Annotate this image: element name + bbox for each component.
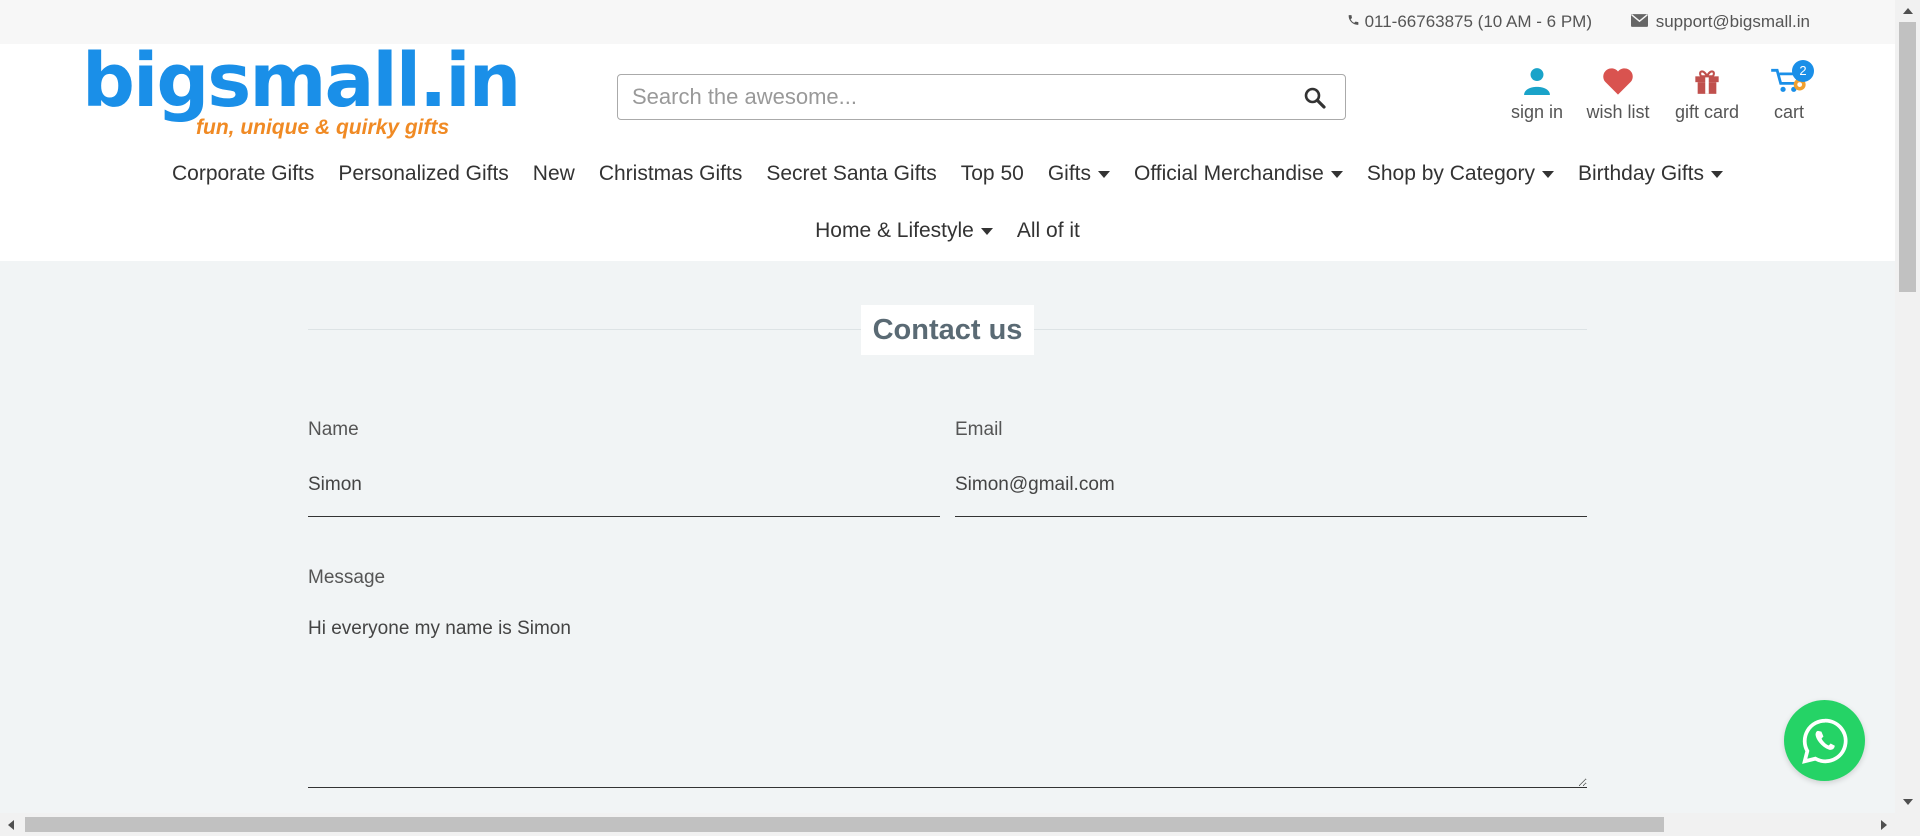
site-logo[interactable]: bigsmall.in fun, unique & quirky gifts	[82, 38, 521, 144]
nav-home-lifestyle[interactable]: Home & Lifestyle	[803, 219, 1005, 243]
caret-down-icon	[1711, 170, 1724, 178]
main-nav-row-1: Corporate Gifts Personalized Gifts New C…	[0, 162, 1895, 186]
caret-down-icon	[1330, 170, 1343, 178]
gift-icon	[1673, 64, 1741, 98]
phone-icon	[1347, 12, 1360, 32]
user-icon	[1509, 64, 1565, 98]
sign-in-label: sign in	[1510, 102, 1564, 122]
nav-top-50[interactable]: Top 50	[949, 162, 1036, 186]
page: 011-66763875 (10 AM - 6 PM) support@bigs…	[0, 0, 1920, 836]
site-header: bigsmall.in fun, unique & quirky gifts s…	[0, 38, 1895, 261]
horizontal-scroll-thumb[interactable]	[25, 817, 1664, 832]
nav-personalized-gifts[interactable]: Personalized Gifts	[326, 162, 520, 186]
scroll-right-arrow-icon[interactable]	[1881, 820, 1887, 830]
message-label: Message	[308, 567, 386, 588]
phone-number: 011-66763875 (10 AM - 6 PM)	[1364, 12, 1592, 31]
nav-shop-by-category[interactable]: Shop by Category	[1355, 162, 1566, 186]
vertical-scrollbar[interactable]	[1895, 0, 1920, 813]
scroll-left-arrow-icon[interactable]	[8, 820, 14, 830]
nav-birthday-gifts[interactable]: Birthday Gifts	[1566, 162, 1735, 186]
cart-button[interactable]: 2 cart	[1766, 60, 1814, 123]
nav-all-of-it[interactable]: All of it	[1005, 219, 1092, 243]
horizontal-scrollbar[interactable]	[0, 813, 1895, 836]
nav-new[interactable]: New	[521, 162, 587, 186]
whatsapp-chat-button[interactable]	[1784, 700, 1865, 781]
wish-list-button[interactable]: wish list	[1585, 64, 1651, 123]
phone-contact[interactable]: 011-66763875 (10 AM - 6 PM)	[1347, 12, 1592, 32]
name-field[interactable]	[308, 454, 940, 517]
sign-in-button[interactable]: sign in	[1509, 64, 1565, 123]
scrollbar-corner	[1895, 813, 1920, 836]
caret-down-icon	[1541, 170, 1554, 178]
scroll-up-arrow-icon[interactable]	[1903, 8, 1913, 14]
search-icon[interactable]	[1303, 86, 1327, 115]
scroll-down-arrow-icon[interactable]	[1903, 799, 1913, 805]
envelope-icon	[1630, 12, 1648, 32]
whatsapp-icon	[1801, 718, 1847, 764]
nav-corporate-gifts[interactable]: Corporate Gifts	[160, 162, 326, 186]
logo-tagline: fun, unique & quirky gifts	[196, 116, 450, 139]
cart-label: cart	[1773, 102, 1804, 122]
cart-icon: 2	[1766, 60, 1814, 98]
search-input[interactable]	[632, 75, 1292, 119]
nav-gifts[interactable]: Gifts	[1036, 162, 1122, 186]
caret-down-icon	[1097, 170, 1110, 178]
email-contact[interactable]: support@bigsmall.in	[1630, 12, 1810, 32]
contact-section: Contact us Name Email Message Hi everyon…	[0, 261, 1895, 813]
main-nav-row-2: Home & Lifestyle All of it	[0, 219, 1895, 243]
search-bar	[617, 74, 1346, 120]
vertical-scroll-thumb[interactable]	[1899, 22, 1916, 292]
email-field[interactable]	[955, 454, 1587, 517]
nav-christmas-gifts[interactable]: Christmas Gifts	[587, 162, 755, 186]
gift-card-label: gift card	[1674, 102, 1740, 122]
caret-down-icon	[980, 227, 993, 235]
message-textarea[interactable]: Hi everyone my name is Simon	[308, 605, 1587, 788]
nav-secret-santa-gifts[interactable]: Secret Santa Gifts	[754, 162, 948, 186]
support-email: support@bigsmall.in	[1655, 12, 1810, 31]
nav-official-merchandise[interactable]: Official Merchandise	[1122, 162, 1355, 186]
page-title: Contact us	[861, 305, 1034, 355]
email-label: Email	[955, 419, 1003, 440]
cart-count-badge: 2	[1792, 60, 1814, 82]
heart-icon	[1585, 64, 1651, 98]
logo-text: bigsmall.in	[82, 38, 521, 124]
gift-card-button[interactable]: gift card	[1673, 64, 1741, 123]
name-label: Name	[308, 419, 359, 440]
wish-list-label: wish list	[1586, 102, 1650, 122]
